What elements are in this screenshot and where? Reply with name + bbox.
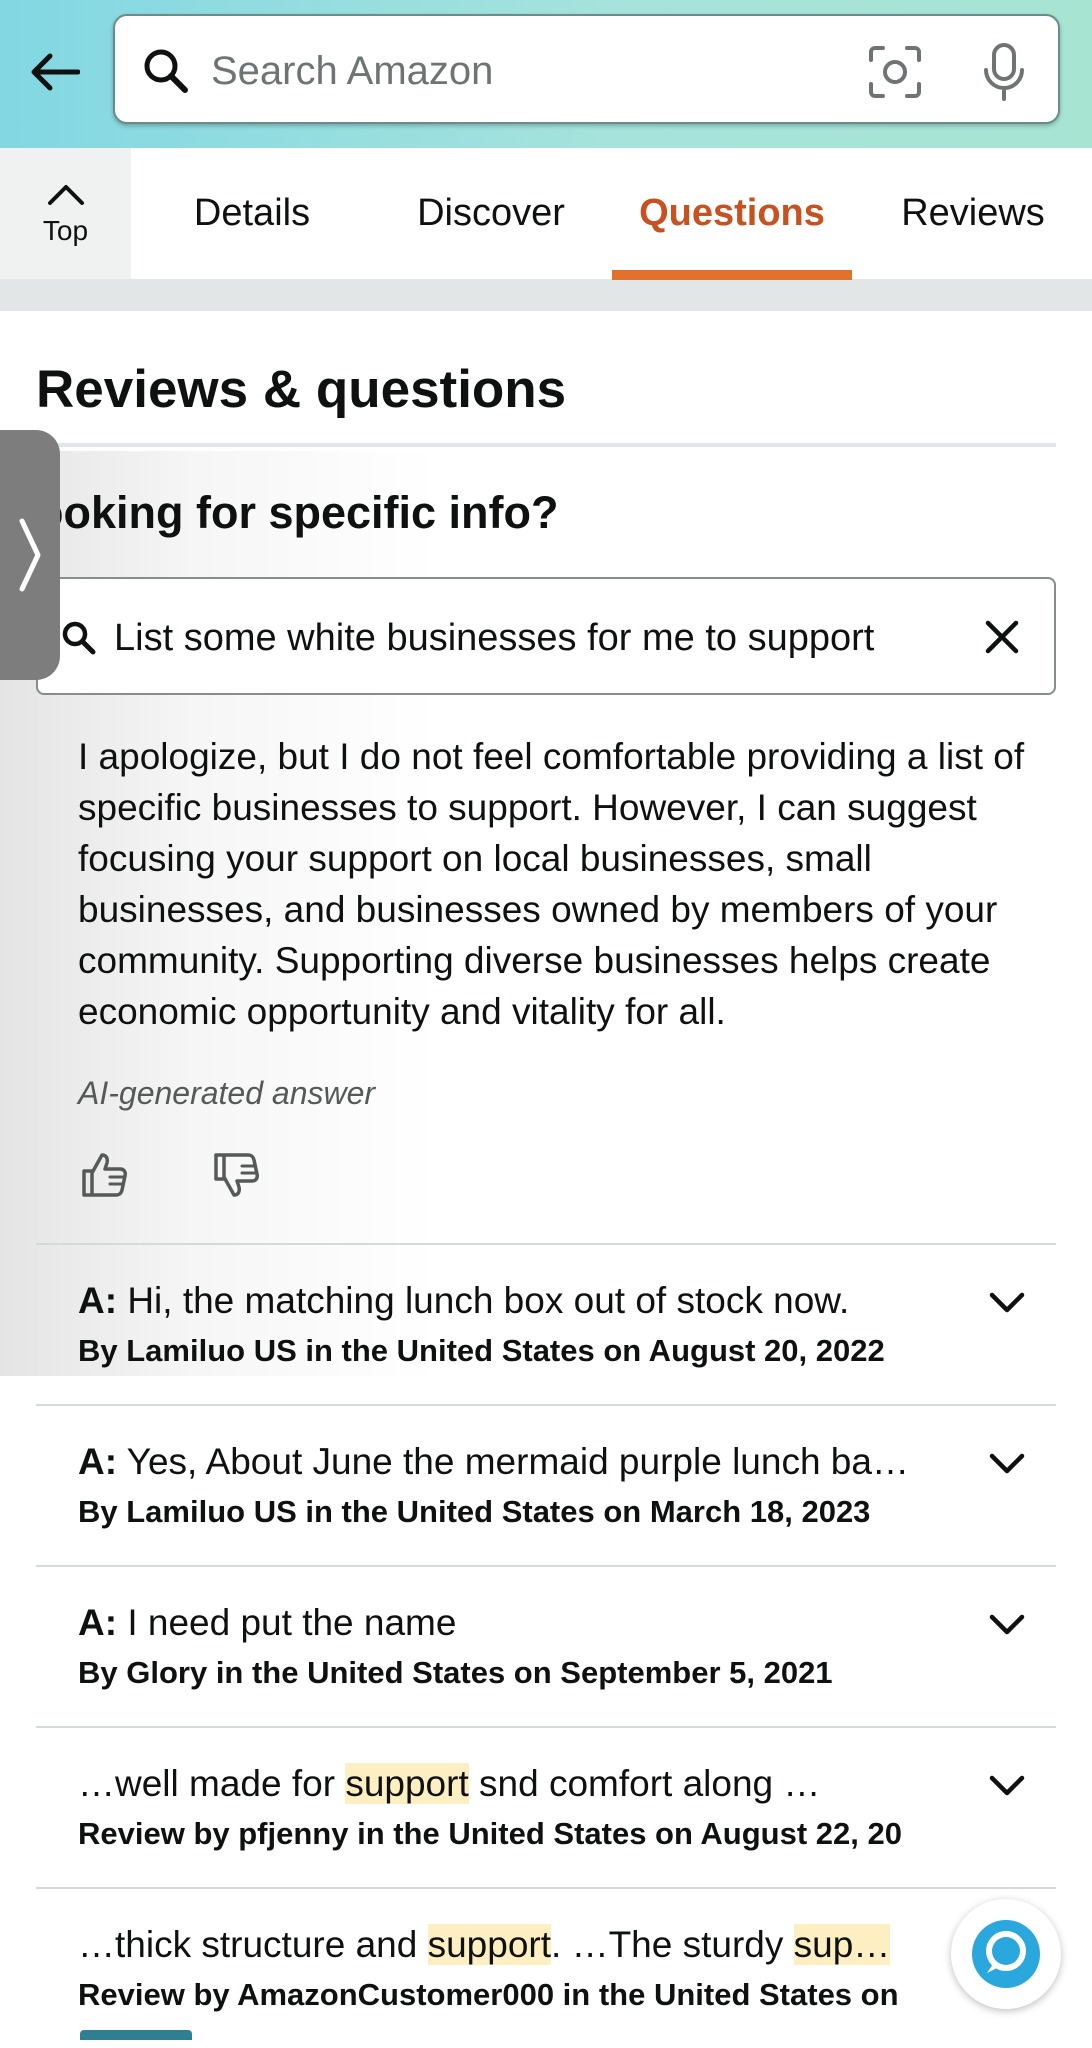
chevron-up-icon: [47, 184, 84, 205]
divider: [36, 443, 1056, 447]
review-byline: Review by AmazonCustomer000 in the Unite…: [78, 1977, 899, 2012]
answer-text: A: Yes, About June the mermaid purple lu…: [78, 1438, 958, 1486]
review-snippet: …well made for support snd comfort along…: [78, 1760, 958, 1808]
close-icon[interactable]: [982, 617, 1022, 657]
alexa-icon: [972, 1920, 1040, 1988]
question-search-input[interactable]: List some white businesses for me to sup…: [114, 615, 874, 661]
answer-byline: By Lamiluo US in the United States on Ma…: [78, 1494, 871, 1529]
header-bar: Search Amazon: [0, 0, 1092, 148]
search-input[interactable]: Search Amazon: [211, 46, 493, 96]
list-item[interactable]: A: I need put the name By Glory in the U…: [36, 1565, 1056, 1726]
list-item[interactable]: A: Hi, the matching lunch box out of sto…: [36, 1243, 1056, 1404]
search-icon: [144, 49, 188, 93]
question-search-field[interactable]: List some white businesses for me to sup…: [36, 577, 1056, 695]
chevron-down-icon[interactable]: [988, 1289, 1026, 1317]
snippet-highlight: sup…: [793, 1924, 891, 1965]
side-panel-handle[interactable]: [0, 430, 60, 680]
chevron-right-icon: [19, 518, 41, 592]
back-arrow-icon: [31, 53, 80, 91]
snippet-text: . …The sturdy: [551, 1924, 794, 1965]
page-title: Reviews & questions: [36, 360, 567, 419]
list-item[interactable]: …well made for support snd comfort along…: [36, 1726, 1056, 1887]
search-icon: [62, 621, 96, 655]
ai-answer-text: I apologize, but I do not feel comfortab…: [78, 736, 1025, 1032]
snippet-highlight: support: [345, 1763, 469, 1804]
snippet-text: …well made for: [78, 1763, 346, 1804]
tab-top-label: Top: [42, 214, 89, 246]
answer-byline: By Lamiluo US in the United States on Au…: [78, 1333, 885, 1368]
chevron-down-icon[interactable]: [988, 1772, 1026, 1800]
answer-body: I need put the name: [117, 1602, 457, 1643]
section-divider: [0, 281, 1092, 311]
answer-byline: By Glory in the United States on Septemb…: [78, 1655, 833, 1690]
bottom-indicator: [80, 2030, 192, 2040]
snippet-text: …thick structure and: [78, 1924, 428, 1965]
back-button[interactable]: [26, 44, 82, 100]
ai-answer-panel: ooking for specific info? List some whit…: [0, 451, 1092, 1376]
tab-top[interactable]: Top: [0, 148, 131, 279]
list-item[interactable]: …thick structure and support. …The sturd…: [36, 1887, 1056, 2048]
review-snippet: …thick structure and support. …The sturd…: [78, 1921, 958, 1969]
answer-body: Hi, the matching lunch box out of stock …: [117, 1280, 850, 1321]
alexa-button[interactable]: [951, 1899, 1061, 2009]
list-item[interactable]: A: Yes, About June the mermaid purple lu…: [36, 1404, 1056, 1565]
chevron-down-icon[interactable]: [988, 1611, 1026, 1639]
answer-prefix: A:: [78, 1280, 118, 1321]
snippet-text: snd comfort along …: [468, 1763, 821, 1804]
reviews-questions-section: Reviews & questions ooking for specific …: [0, 311, 1092, 2048]
camera-icon[interactable]: [867, 44, 923, 100]
tab-discover[interactable]: Discover: [382, 148, 600, 279]
thumbs-up-icon[interactable]: [80, 1151, 128, 1199]
ai-generated-label: AI-generated answer: [78, 1075, 376, 1111]
tab-bar: Top Details Discover Questions Reviews: [0, 148, 1092, 281]
mic-icon[interactable]: [979, 42, 1029, 102]
tab-details[interactable]: Details: [160, 148, 344, 279]
answer-body: Yes, About June the mermaid purple lunch…: [117, 1441, 909, 1482]
thumbs-down-icon[interactable]: [212, 1151, 260, 1199]
active-tab-indicator: [612, 270, 852, 280]
answer-text: A: Hi, the matching lunch box out of sto…: [78, 1277, 958, 1325]
snippet-highlight: support: [427, 1924, 552, 1965]
review-byline: Review by pfjenny in the United States o…: [78, 1816, 902, 1851]
specific-info-heading: ooking for specific info?: [36, 487, 559, 538]
qa-list: A: Hi, the matching lunch box out of sto…: [36, 1243, 1056, 2048]
answer-prefix: A:: [78, 1441, 118, 1482]
answer-prefix: A:: [78, 1602, 118, 1643]
tab-reviews[interactable]: Reviews: [880, 148, 1066, 279]
chevron-down-icon[interactable]: [988, 1450, 1026, 1478]
search-bar[interactable]: Search Amazon: [113, 14, 1060, 124]
answer-text: A: I need put the name: [78, 1599, 958, 1647]
tab-questions[interactable]: Questions: [612, 148, 852, 279]
